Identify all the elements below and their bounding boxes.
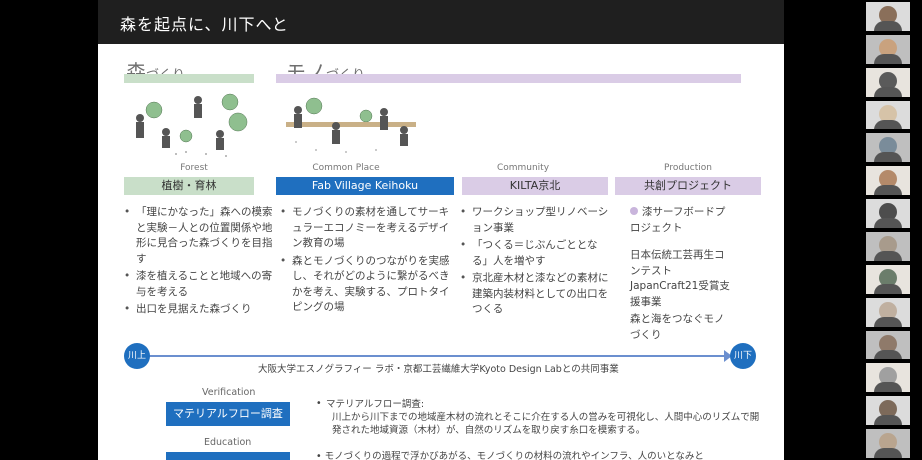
participant-body [874,185,902,196]
list-item: 森と海をつなぐモノづくり [630,313,725,341]
participant-body [874,283,902,294]
list-item: ワークショップ型リノベーション事業 [460,205,612,236]
participant-video-tile[interactable] [866,199,910,228]
section-bar-mono [276,74,741,83]
tag-kilta: KILTA京北 [462,177,608,195]
verification-detail: マテリアルフロー調査: 川上から川下までの地域産木材の流れとそこに介在する人の営… [326,398,766,437]
participant-body [874,415,902,426]
list-item: 「つくる＝じぶんごととなる」人を増やす [460,238,612,269]
participant-video-tile[interactable] [866,34,910,64]
workshop-illustration [286,97,416,153]
flow-line [138,355,728,357]
flow-caption: 大阪大学エスノグラフィー ラボ・京都工芸繊維大学Kyoto Design Lab… [258,364,619,375]
participant-body [874,152,902,163]
participant-video-tile[interactable] [866,166,910,196]
participant-body [874,349,902,360]
fab-village-bullets: モノづくりの素材を通してサーキュラーエコノミーを考えるデザイン教育の場 森とモノ… [280,205,456,318]
forest-bullets: 「理にかなった」森への模索と実験－人との位置関係や地形に見合った森づくりを目指す… [124,205,276,320]
participant-video-tile[interactable] [866,100,910,130]
category-forest: Forest [180,163,208,173]
list-item: 日本伝統工芸再生コンテストJapanCraft21受賞支援事業 [630,249,730,308]
participant-video-tile[interactable] [866,396,910,426]
category-community: Community [496,163,550,173]
participant-body [874,382,902,393]
list-item: 出口を見据えた森づくり [124,302,276,318]
section-bar-mori [124,74,254,83]
verification-text: 川上から川下までの地域産木材の流れとそこに介在する人の営みを可視化し、人間中心の… [332,412,760,436]
participant-video-tile[interactable] [866,67,910,97]
tag-forest: 植樹・育林 [124,177,254,195]
participant-body [874,53,902,64]
category-production: Production [664,163,712,173]
education-bullet: • [316,451,325,460]
tag-kyoso: 共創プロジェクト [615,177,761,195]
material-flow-box: マテリアルフロー調査 [166,402,290,426]
verification-heading: マテリアルフロー調査: [326,399,425,410]
participant-video-tile[interactable] [866,133,910,163]
list-item: 京北産木材と漆などの素材に建築内装材料としての出口をつくる [460,271,612,318]
participant-video-tile[interactable] [866,232,910,261]
participant-video-tile[interactable] [866,330,910,360]
slide-title: 森を起点に、川下へと [120,15,289,34]
kilta-bullets: ワークショップ型リノベーション事業 「つくる＝じぶんごととなる」人を増やす 京北… [460,205,612,320]
participant-video-tile[interactable] [866,2,910,31]
participant-body [874,119,902,130]
list-item: 森とモノづくりのつながりを実感し、それがどのように繋がるべきかを考え、実験する、… [280,254,456,316]
category-common-place: Common Place [312,163,380,173]
participant-body [874,251,902,261]
participant-video-tile[interactable] [866,363,910,393]
education-detail: • モノづくりの過程で浮かびあがる、モノづくりの材料の流れやインフラ、人のいとな… [316,450,756,460]
list-item-text: 漆サーフボードプロジェクト [630,206,726,234]
bullet-dot-icon [630,207,638,215]
education-label: Education [204,437,252,448]
forest-illustration [136,93,248,157]
verification-label: Verification [202,387,256,398]
participant-video-tile[interactable] [866,429,910,458]
education-box [166,452,290,460]
kyoso-items: 漆サーフボードプロジェクト 日本伝統工芸再生コンテストJapanCraft21受… [618,205,730,345]
participant-video-tile[interactable] [866,264,910,294]
shared-slide: 森を起点に、川下へと 森づくり モノづくり [98,0,784,460]
zoom-window: 森を起点に、川下へと 森づくり モノづくり [0,0,922,460]
list-item: 「理にかなった」森への模索と実験－人との位置関係や地形に見合った森づくりを目指す [124,205,276,267]
education-text: モノづくりの過程で浮かびあがる、モノづくりの材料の流れやインフラ、人のいとなみと [324,451,704,460]
slide-header: 森を起点に、川下へと [98,0,784,44]
participant-body [874,218,902,228]
participant-video-tile[interactable] [866,297,910,327]
participant-body [874,86,902,97]
list-item: 漆サーフボードプロジェクト [618,205,730,236]
participant-body [874,316,902,327]
participant-strip [866,0,910,460]
participant-body [874,21,902,31]
verification-bullet: • [316,398,322,409]
tag-fab-village: Fab Village Keihoku [276,177,454,195]
list-item: モノづくりの素材を通してサーキュラーエコノミーを考えるデザイン教育の場 [280,205,456,252]
list-item: 漆を植えることと地域への寄与を考える [124,269,276,300]
flow-end: 川下 [730,343,756,369]
flow-start: 川上 [124,343,150,369]
participant-body [874,448,902,458]
